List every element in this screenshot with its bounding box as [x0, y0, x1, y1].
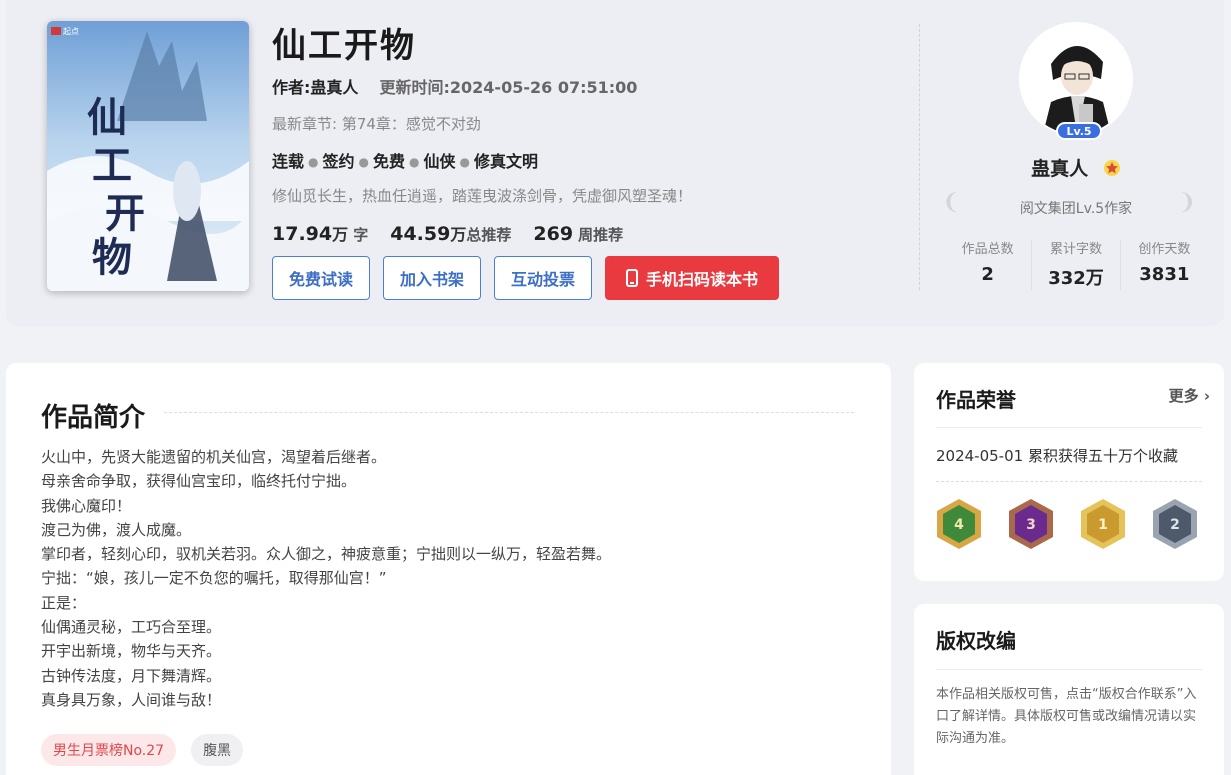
medal-list: 4 3 1 2	[934, 497, 1200, 551]
synopsis-line: 火山中，先贤大能遗留的机关仙宫，渴望着后继者。	[41, 448, 387, 466]
medal-icon[interactable]: 4	[934, 497, 984, 551]
author-name-row: 蛊真人	[936, 154, 1216, 181]
synopsis-line: 我佛心魔印！	[41, 496, 132, 515]
mobile-scan-label: 手机扫码读本书	[646, 270, 759, 289]
tag-genre[interactable]: 仙侠	[424, 151, 456, 173]
svg-text:物: 物	[92, 234, 132, 281]
synopsis-line: 真身具万象，人间谁与敌！	[41, 690, 222, 709]
author-stat-days: 创作天数 3831	[1138, 242, 1191, 285]
svg-text:开: 开	[105, 190, 145, 237]
synopsis-line: 开宇出新境，物华与天齐。	[41, 642, 222, 661]
svg-text:3: 3	[1026, 517, 1036, 533]
synopsis-line: 渡己为佛，渡人成魔。	[41, 520, 192, 539]
copyright-divider	[936, 669, 1202, 670]
synopsis-line: 仙偶通灵秘，工巧合至理。	[41, 618, 222, 637]
synopsis-line: 母亲舍命争取，获得仙宫宝印，临终托付宁拙。	[41, 472, 357, 491]
honors-dashed-divider	[936, 481, 1202, 482]
book-title: 仙工开物	[272, 26, 416, 66]
heading-divider	[164, 412, 854, 413]
synopsis-text: 火山中，先贤大能遗留的机关仙宫，渴望着后继者。 母亲舍命争取，获得仙宫宝印，临终…	[41, 445, 861, 712]
copyright-heading: 版权改编	[936, 629, 1016, 653]
trait-chip[interactable]: 腹黑	[191, 734, 244, 766]
add-to-shelf-button[interactable]: 加入书架	[383, 256, 482, 300]
medal-icon[interactable]: 3	[1006, 497, 1056, 551]
synopsis-line: 古钟传法度，月下舞清辉。	[41, 666, 222, 685]
meta-row: 作者:蛊真人 更新时间:2024-05-26 07:51:00	[272, 77, 892, 99]
honors-card: 作品荣誉 更多 › 2024-05-01 累积获得五十万个收藏 4 3 1 2	[914, 363, 1224, 581]
tag-separator: ●	[308, 155, 319, 169]
honors-more-link[interactable]: 更多 ›	[1169, 385, 1210, 406]
book-cover[interactable]: 仙 工 开 物 起点	[47, 21, 249, 291]
synopsis-card: 作品简介 火山中，先贤大能遗留的机关仙宫，渴望着后继者。 母亲舍命争取，获得仙宫…	[6, 363, 891, 775]
chevron-right-icon: ›	[1198, 387, 1210, 405]
book-header-card: 仙 工 开 物 起点 仙工开物 作者:蛊真人 更新时间:2024-05-26 0…	[6, 0, 1224, 326]
medal-icon[interactable]: 1	[1078, 497, 1128, 551]
book-info: 仙工开物 作者:蛊真人 更新时间:2024-05-26 07:51:00 最新章…	[272, 22, 892, 245]
copyright-text: 本作品相关版权可售，点击“版权合作联系”入口了解详情。具体版权可售或改编情况请以…	[936, 687, 1197, 746]
copyright-card: 版权改编 本作品相关版权可售，点击“版权合作联系”入口了解详情。具体版权可售或改…	[914, 604, 1224, 775]
author-name[interactable]: 蛊真人	[1031, 158, 1088, 180]
author-link[interactable]: 作者:蛊真人	[272, 78, 358, 97]
phone-icon	[626, 269, 639, 287]
tag-separator: ●	[459, 155, 470, 169]
author-vip-icon	[1103, 160, 1120, 176]
svg-text:2: 2	[1170, 517, 1180, 533]
synopsis-line: 正是：	[41, 593, 87, 612]
svg-text:4: 4	[954, 517, 964, 533]
tag-contract: 签约	[322, 152, 355, 171]
tag-subgenre[interactable]: 修真文明	[474, 151, 538, 173]
honor-item: 2024-05-01 累积获得五十万个收藏	[936, 447, 1178, 465]
author-stat-words: 累计字数 332万	[1032, 240, 1121, 290]
author-panel: Lv.5 蛊真人 ❨ ❩ 阅文集团Lv.5作家 作品总数 2 累计字数 332万…	[936, 0, 1216, 326]
tag-separator: ●	[358, 155, 369, 169]
tag-free: 免费	[373, 152, 406, 171]
honors-divider	[936, 427, 1202, 428]
author-title: 阅文集团Lv.5作家	[1019, 201, 1133, 217]
cover-publisher-mark: 起点	[63, 27, 79, 36]
medal-icon[interactable]: 2	[1150, 497, 1200, 551]
author-avatar[interactable]	[1019, 22, 1133, 136]
synopsis-heading: 作品简介	[41, 403, 146, 433]
author-stat-works: 作品总数 2	[944, 240, 1033, 290]
author-level-badge: Lv.5	[1056, 122, 1102, 140]
book-tags: 连载 ● 签约 ● 免费 ● 仙侠 ● 修真文明	[272, 151, 892, 173]
header-divider	[919, 24, 920, 290]
svg-text:工: 工	[92, 142, 132, 189]
tag-separator: ●	[409, 155, 420, 169]
stat-weekly-recommend: 269 周推荐	[533, 223, 624, 245]
ranking-chip[interactable]: 男生月票榜No.27	[41, 734, 177, 766]
svg-text:1: 1	[1098, 517, 1108, 533]
tag-status: 连载	[272, 152, 305, 171]
free-read-button[interactable]: 免费试读	[272, 256, 371, 300]
stat-total-recommend: 44.59万总推荐	[390, 223, 512, 245]
book-stats: 17.94万 字 44.59万总推荐 269 周推荐	[272, 221, 892, 245]
book-tagline: 修仙觅长生，热血任逍遥，踏莲曳波涤剑骨，凭虚御风塑圣魂！	[272, 187, 693, 205]
synopsis-chips: 男生月票榜No.27 腹黑	[41, 734, 244, 766]
vote-button[interactable]: 互动投票	[494, 256, 593, 300]
stat-word-count: 17.94万 字	[272, 223, 369, 245]
update-time: 更新时间:2024-05-26 07:51:00	[379, 78, 638, 97]
author-stats: 作品总数 2 累计字数 332万 创作天数 3831	[944, 240, 1208, 290]
mobile-scan-button[interactable]: 手机扫码读本书	[605, 256, 780, 300]
svg-text:仙: 仙	[87, 94, 127, 141]
honors-heading: 作品荣誉	[936, 388, 1016, 412]
latest-chapter-link[interactable]: 最新章节: 第74章：感觉不对劲	[272, 113, 892, 135]
synopsis-line: 掌印者，轻刻心印，驭机关若羽。众人御之，神疲意重；宁拙则以一纵万，轻盈若舞。	[41, 545, 612, 564]
synopsis-line: 宁拙：“娘，孩儿一定不负您的嘱托，取得那仙宫！”	[41, 569, 387, 588]
action-buttons: 免费试读 加入书架 互动投票 手机扫码读本书	[272, 256, 780, 300]
